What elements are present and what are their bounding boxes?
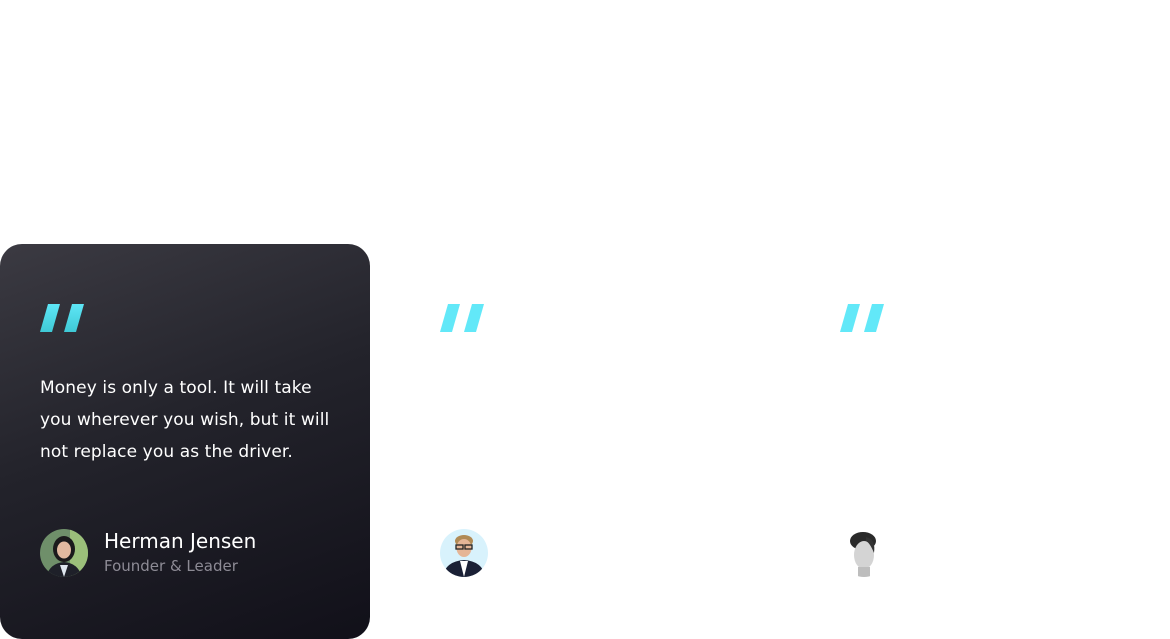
- avatar: [40, 529, 88, 577]
- testimonial-author: Herman Jensen Founder & Leader: [40, 529, 256, 577]
- testimonial-card-1: Money is only a tool. It will take you w…: [0, 244, 370, 639]
- author-role: Founder & Leader: [104, 557, 238, 575]
- quote-icon: [440, 304, 484, 332]
- quote-icon: [40, 304, 84, 332]
- avatar: [840, 529, 888, 577]
- testimonial-card-3: [800, 244, 1170, 639]
- quote-icon: [840, 304, 884, 332]
- testimonial-card-2: [400, 244, 770, 639]
- avatar: [440, 529, 488, 577]
- testimonial-author: [440, 529, 504, 577]
- testimonial-quote: Money is only a tool. It will take you w…: [40, 378, 330, 462]
- testimonial-author: [840, 529, 904, 577]
- author-name: Herman Jensen: [104, 529, 257, 553]
